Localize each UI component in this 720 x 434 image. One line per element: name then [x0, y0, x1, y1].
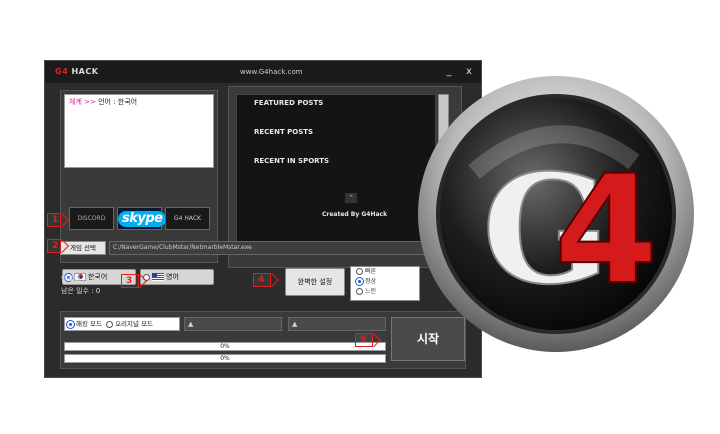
scroll-up-icon[interactable]: ⌃	[345, 193, 357, 203]
license-info: 만료일 : ../../... 남은 일수 : 0	[61, 273, 107, 297]
feed-item[interactable]: FEATURED POSTS	[254, 99, 323, 107]
remaining-days: 남은 일수 : 0	[61, 287, 101, 295]
skype-banner[interactable]: skype	[117, 207, 167, 230]
marker-4: 4	[253, 273, 271, 287]
marker-2: 2	[47, 239, 61, 253]
marker-5: 5	[355, 333, 373, 347]
radio-original-mode[interactable]	[106, 320, 114, 328]
us-flag-icon	[152, 273, 164, 281]
feed-item[interactable]: RECENT POSTS	[254, 128, 313, 136]
expiry-date: 만료일 : ../../...	[61, 275, 108, 283]
radio-normal[interactable]	[356, 278, 363, 285]
speed-normal-option[interactable]: 정상	[351, 277, 419, 287]
speed-slow-option[interactable]: 느린	[351, 287, 419, 297]
news-feed: FEATURED POSTS RECENT POSTS RECENT IN SP…	[236, 94, 436, 252]
g4hack-banner[interactable]: G4 HACK	[165, 207, 210, 230]
marker-1: 1	[47, 213, 61, 227]
marker-3: 3	[121, 274, 139, 288]
radio-hack-mode[interactable]	[67, 320, 74, 328]
hack-value-field[interactable]: ▲	[184, 317, 282, 331]
progress-bar-1: 0%	[64, 342, 386, 351]
apply-settings-button[interactable]: 완벽한 설정	[285, 268, 345, 296]
speed-fast-option[interactable]: 빠른	[351, 267, 419, 277]
discord-banner[interactable]: DISCORD	[69, 207, 114, 230]
feed-credit: Created By G4Hack	[322, 211, 388, 218]
window-title-url: www.G4hack.com	[240, 68, 303, 76]
g4-badge-logo: G 4	[418, 76, 694, 352]
mode-selector: 해킹 모드 오리지널 모드	[64, 317, 180, 331]
language-english-option[interactable]: 영어	[140, 269, 214, 285]
console-panel: 체계 >> 언어 : 한국어 DISCORD skype G4 HACK	[60, 90, 218, 263]
console-output[interactable]: 체계 >> 언어 : 한국어	[64, 94, 214, 168]
badge-digit-4: 4	[554, 144, 658, 318]
radio-slow[interactable]	[356, 288, 363, 295]
radio-fast[interactable]	[356, 268, 363, 275]
game-path-field[interactable]: C:/NaverGame/ClubMstar/NetmarbleMstar.ex…	[109, 241, 461, 255]
hack-value-field-2[interactable]: ▲	[288, 317, 386, 331]
progress-bar-2: 0%	[64, 354, 386, 363]
feed-item[interactable]: RECENT IN SPORTS	[254, 157, 329, 165]
app-logo: G4 HACK	[55, 67, 99, 76]
control-panel: 해킹 모드 오리지널 모드 ▲ ▲ 0% 0% 시작	[60, 311, 466, 369]
speed-options: 빠른 정상 느린	[350, 266, 420, 301]
